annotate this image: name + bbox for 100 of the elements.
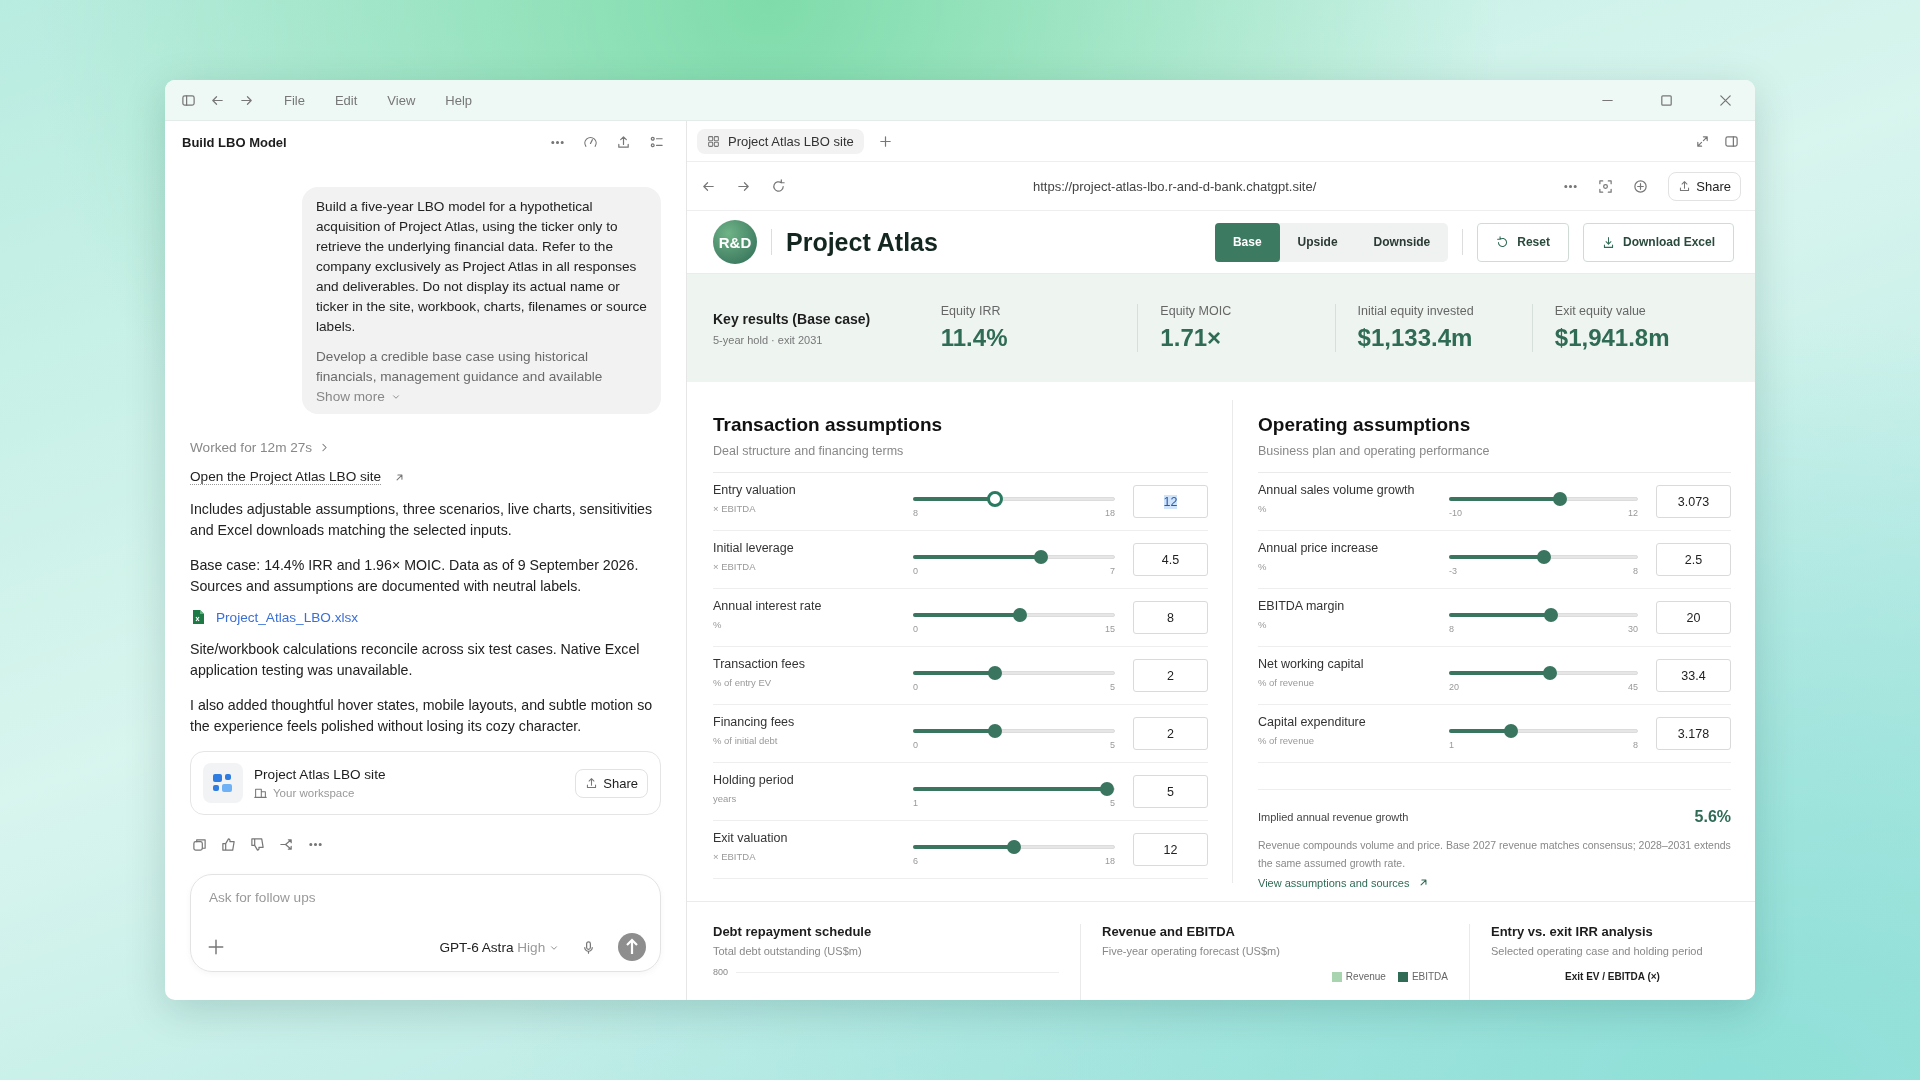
sidebar-icon[interactable] — [181, 92, 196, 108]
site-title: Project Atlas — [786, 227, 938, 257]
close-icon[interactable] — [1718, 92, 1733, 108]
slider-thumb[interactable] — [1013, 608, 1028, 622]
file-link[interactable]: Project_Atlas_LBO.xlsx — [216, 609, 359, 625]
slider-thumb[interactable] — [1544, 608, 1559, 622]
value-input[interactable]: 2 — [1133, 717, 1208, 750]
plus-icon[interactable] — [207, 938, 225, 956]
upload-icon[interactable] — [616, 134, 631, 150]
maximize-icon[interactable] — [1659, 92, 1674, 108]
scenario-tab[interactable]: Downside — [1355, 222, 1449, 262]
min-label: 8 — [913, 508, 918, 518]
slider-thumb[interactable] — [1007, 840, 1021, 854]
unit-label: × EBITDA — [713, 503, 757, 514]
logo: R&D — [713, 220, 757, 264]
thumbs-down-icon[interactable] — [250, 837, 265, 852]
assumption-label: Initial leverage — [713, 541, 795, 555]
reset-button[interactable]: Reset — [1477, 222, 1569, 262]
model-selector[interactable]: GPT-6 Astra High — [439, 939, 559, 955]
assumption-label: Net working capital — [1258, 657, 1365, 671]
microphone-icon[interactable] — [581, 939, 596, 955]
min-label: 0 — [913, 624, 918, 634]
prompt-text: Develop a credible base case using historical financials, management guidance and available — [316, 348, 604, 386]
menu-item[interactable]: View — [387, 92, 416, 108]
reload-icon[interactable] — [771, 178, 786, 194]
section-title: Transaction assumptions — [713, 414, 944, 436]
menu-item[interactable]: Help — [445, 92, 473, 108]
value-input[interactable]: 4.5 — [1133, 543, 1208, 576]
branch-icon[interactable] — [279, 837, 294, 852]
spreadsheet-file-icon — [190, 609, 206, 625]
chat-title: Build LBO Model — [182, 134, 287, 150]
value-input[interactable]: 2.5 — [1656, 543, 1731, 576]
menu-item[interactable]: File — [284, 92, 305, 108]
share-button[interactable]: Share — [575, 768, 648, 798]
scenario-tab[interactable]: Base — [1214, 222, 1280, 262]
add-comment-icon[interactable] — [1633, 178, 1649, 194]
value-input[interactable]: 3.178 — [1656, 717, 1731, 750]
max-label: 30 — [1628, 624, 1638, 634]
grid-icon — [707, 134, 720, 148]
url-field[interactable]: https://project-atlas-lbo.r-and-d-bank.chatgpt.site/ — [806, 178, 1544, 194]
unit-label: % — [1258, 619, 1268, 630]
screenshot-icon[interactable] — [1598, 178, 1614, 194]
max-label: 5 — [1110, 798, 1115, 808]
section-title: Operating assumptions — [1258, 414, 1472, 436]
metric-value: $1,133.4m — [1357, 324, 1474, 352]
value-input[interactable]: 8 — [1133, 601, 1208, 634]
assumption-label: Annual interest rate — [713, 599, 823, 613]
assumption-label: EBITDA margin — [1258, 599, 1346, 613]
chart-subtitle: Five-year operating forecast (US$m) — [1102, 945, 1281, 957]
scenario-tab[interactable]: Upside — [1279, 222, 1356, 262]
assumption-label: Annual price increase — [1258, 541, 1380, 555]
site-card[interactable]: Project Atlas LBO site Your workspace Share — [190, 751, 661, 815]
slider-thumb[interactable] — [1552, 492, 1567, 506]
thumbs-up-icon[interactable] — [221, 837, 236, 852]
summary-note: Revenue compounds volume and price. Base 2027 revenue matches consensus; 2028–2031 extends the same assumed growth rate. — [1258, 838, 1731, 871]
workspace-label: Your workspace — [273, 786, 355, 799]
assumption-label: Entry valuation — [713, 483, 797, 497]
slider-thumb[interactable] — [988, 666, 1003, 680]
value-input[interactable]: 33.4 — [1656, 659, 1731, 692]
copy-icon[interactable] — [192, 837, 207, 852]
site-link[interactable]: Open the Project Atlas LBO site — [190, 469, 382, 485]
assumption-label: Holding period — [713, 773, 795, 787]
value-input[interactable]: 2 — [1133, 659, 1208, 692]
new-tab-icon[interactable] — [877, 133, 893, 149]
response-text: Site/workbook calculations reconcile across six test cases. Native Excel application testing was unavailable. — [190, 640, 641, 680]
slider-thumb[interactable] — [988, 724, 1003, 738]
worked-for-toggle[interactable]: Worked for 12m 27s — [190, 440, 661, 455]
gauge-icon[interactable] — [583, 134, 598, 150]
response-text: Base case: 14.4% IRR and 1.96× MOIC. Data as of 9 September 2026. Sources and assumptions are documented with neutral labels. — [190, 556, 640, 596]
max-label: 7 — [1110, 566, 1115, 576]
share-button[interactable]: Share — [1668, 171, 1741, 201]
browser-tab[interactable]: Project Atlas LBO site — [697, 128, 864, 154]
unit-label: % — [713, 619, 723, 630]
list-icon[interactable] — [649, 134, 664, 150]
slider-thumb[interactable] — [1542, 666, 1557, 680]
prompt-text: Build a five-year LBO model for a hypothetical acquisition of Project Atlas, using the ticker only to retrieve the underlying financial data. Refer to the company exclusively as Project Atlas in all responses and deliverables. Do not display its actual name or ticker in the site, workbook, charts, filenames or source labels. — [316, 198, 648, 336]
max-label: 5 — [1110, 682, 1115, 692]
sources-link[interactable]: View assumptions and sources — [1258, 876, 1410, 889]
slider-thumb[interactable] — [1033, 550, 1048, 564]
sidebar-icon[interactable] — [1724, 133, 1739, 149]
send-button[interactable] — [618, 933, 646, 961]
value-input[interactable]: 20 — [1656, 601, 1731, 634]
legend-label: EBITDA — [1411, 971, 1448, 982]
value-input[interactable]: 12 — [1133, 485, 1208, 518]
max-label: 15 — [1105, 624, 1115, 634]
slider-thumb[interactable] — [987, 491, 1004, 507]
menu-item[interactable]: Edit — [334, 92, 358, 108]
value-input[interactable]: 5 — [1133, 775, 1208, 808]
share-icon — [585, 776, 599, 790]
slider-thumb[interactable] — [1503, 724, 1518, 738]
min-label: 0 — [913, 682, 918, 692]
value-input[interactable]: 3.073 — [1656, 485, 1731, 518]
expand-icon[interactable] — [1695, 133, 1710, 149]
slider-thumb[interactable] — [1536, 550, 1551, 564]
slider-thumb[interactable] — [1100, 782, 1114, 796]
section-subtitle: Business plan and operating performance — [1258, 444, 1491, 458]
value-input[interactable]: 12 — [1133, 833, 1208, 866]
max-label: 18 — [1105, 508, 1115, 518]
results-subtitle: 5-year hold · exit 2031 — [713, 333, 824, 346]
download-excel-button[interactable]: Download Excel — [1582, 222, 1734, 262]
